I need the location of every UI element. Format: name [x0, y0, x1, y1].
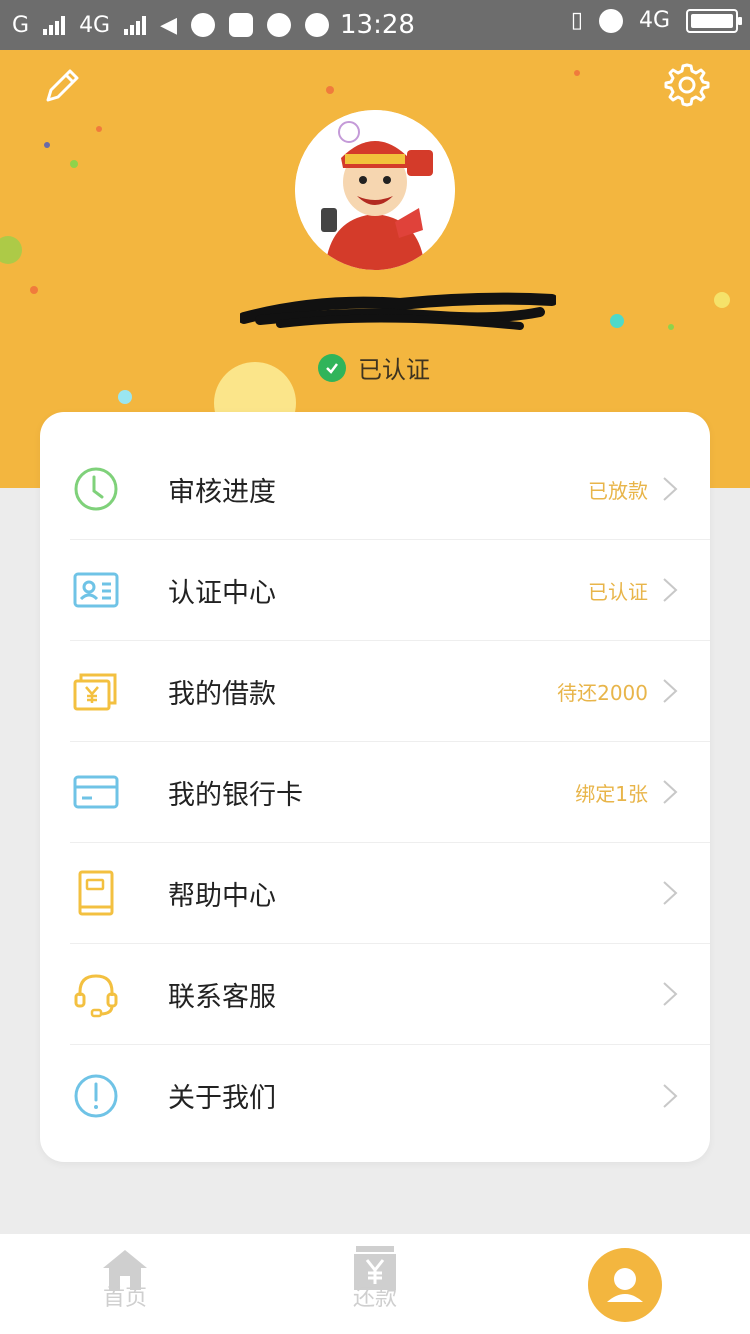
menu-item-label: 审核进度 [168, 476, 276, 508]
menu-item-label: 我的银行卡 [168, 779, 303, 811]
wechat-icon [305, 13, 330, 37]
status-bar: G 4G ◀ 13:28 ▯ 4G [0, 0, 750, 50]
menu-item-label: 关于我们 [168, 1083, 276, 1114]
yen-wallet-icon [73, 673, 117, 711]
menu-item-my-loans[interactable]: 我的借款 待还2000 [70, 641, 710, 742]
network-type-label: 4G [638, 8, 670, 33]
verified-status: 已认证 [318, 350, 430, 385]
menu-item-label: 我的借款 [168, 678, 276, 710]
chevron-right-icon [663, 1083, 678, 1108]
tab-me[interactable] [588, 1248, 662, 1322]
chevron-right-icon [663, 982, 678, 1006]
signal-icon [43, 15, 66, 35]
user-icon [607, 1268, 643, 1302]
menu-item-review-progress[interactable]: 审核进度 已放款 [70, 439, 710, 540]
confetti-dot [610, 314, 624, 328]
confetti-dot [0, 236, 22, 264]
chevron-right-icon [663, 881, 678, 905]
menu-item-my-bank-cards[interactable]: 我的银行卡 绑定1张 [70, 742, 710, 843]
redacted-phone-number [240, 292, 556, 330]
chat-icon [191, 13, 216, 37]
clock-icon [74, 467, 118, 511]
check-circle-icon [318, 353, 346, 382]
battery-icon [686, 8, 742, 33]
status-left: G 4G ◀ [12, 12, 330, 38]
chevron-right-icon [663, 477, 678, 501]
menu-item-value: 待还2000 [557, 680, 648, 705]
chevron-right-icon [663, 578, 678, 602]
tab-repay-label: 还款 [352, 1286, 397, 1311]
menu-item-value: 绑定1张 [575, 781, 648, 806]
menu-item-about-us[interactable]: 关于我们 [70, 1045, 710, 1146]
settings-button[interactable] [664, 62, 710, 108]
menu-item-help-center[interactable]: 帮助中心 [70, 843, 710, 944]
confetti-dot [30, 286, 38, 294]
confetti-dot [70, 160, 78, 168]
confetti-dot [326, 86, 334, 94]
confetti-dot [44, 142, 50, 148]
bank-card-icon [73, 775, 119, 809]
confetti-dot [714, 292, 730, 308]
status-right: ▯ 4G [570, 8, 742, 33]
tab-home[interactable]: 首页 [65, 1234, 185, 1334]
menu-item-value: 已放款 [588, 478, 648, 503]
gear-icon [664, 63, 710, 107]
clock-time: 13:28 [340, 10, 415, 40]
menu-item-value: 已认证 [588, 579, 648, 604]
verified-label: 已认证 [358, 356, 430, 384]
headset-icon [74, 974, 118, 1018]
carrier-1-label: G [12, 12, 30, 38]
book-icon [78, 870, 114, 916]
confetti-dot [668, 324, 674, 330]
menu-item-verification-center[interactable]: 认证中心 已认证 [70, 540, 710, 641]
info-icon [74, 1074, 118, 1117]
bottom-tab-bar: 首页 还款 [0, 1234, 750, 1334]
tab-repay[interactable]: 还款 [315, 1234, 435, 1334]
confetti-dot [118, 390, 132, 404]
confetti-dot [574, 70, 580, 76]
mascot-illustration [295, 110, 455, 270]
avatar[interactable] [295, 110, 455, 270]
android-icon [229, 13, 254, 37]
vibrate-icon: ▯ [570, 8, 583, 33]
check-circle-icon [267, 13, 292, 37]
menu-item-label: 帮助中心 [168, 880, 276, 912]
edit-profile-button[interactable] [40, 64, 84, 108]
signal-icon-2 [124, 15, 147, 35]
chevron-right-icon [663, 679, 678, 703]
alarm-icon [598, 8, 623, 33]
menu-item-label: 联系客服 [168, 981, 276, 1013]
tab-home-label: 首页 [102, 1286, 147, 1311]
pencil-icon [46, 69, 79, 102]
chevron-right-icon [663, 780, 678, 804]
carrier-2-label: 4G [79, 12, 111, 38]
speaker-icon: ◀ [160, 12, 178, 38]
menu-card: 审核进度 已放款 认证中心 已认证 我的借款 待还2000 我的银行卡 绑定1张… [40, 412, 710, 1162]
id-card-icon [73, 572, 119, 608]
menu-item-label: 认证中心 [168, 577, 276, 609]
confetti-dot [96, 126, 102, 132]
menu-item-contact-support[interactable]: 联系客服 [70, 944, 710, 1045]
